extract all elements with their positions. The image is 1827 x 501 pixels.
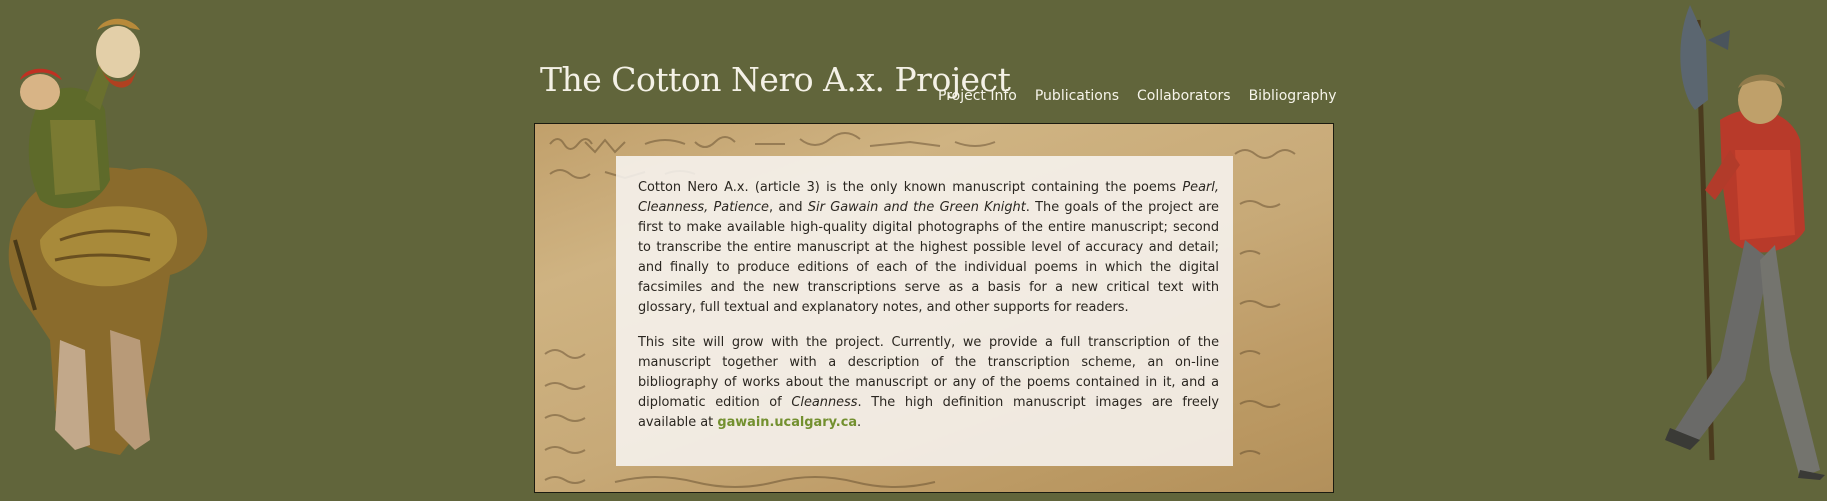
intro-paragraph-1: Cotton Nero A.x. (article 3) is the only… — [638, 180, 1219, 315]
title-pearl: Pearl, — [1182, 180, 1219, 195]
title-cleanness: Cleanness, — [638, 200, 709, 215]
nav-publications[interactable]: Publications — [1035, 88, 1119, 104]
nav-collaborators[interactable]: Collaborators — [1137, 88, 1231, 104]
manuscript-banner: Cotton Nero A.x. (article 3) is the only… — [534, 123, 1334, 493]
title-cleanness-2: Cleanness — [791, 395, 858, 410]
page: The Cotton Nero A.x. Project Project Inf… — [0, 0, 1827, 501]
title-gawain: Sir Gawain and the Green Knight — [807, 200, 1026, 215]
axeman-icon — [1665, 5, 1825, 480]
title-patience: Patience — [713, 200, 769, 215]
gawain-site-link[interactable]: gawain.ucalgary.ca — [717, 415, 857, 430]
main-nav: Project Info Publications Collaborators … — [938, 88, 1337, 104]
knight-with-head-icon — [8, 18, 208, 455]
nav-bibliography[interactable]: Bibliography — [1249, 88, 1337, 104]
intro-text-box: Cotton Nero A.x. (article 3) is the only… — [616, 156, 1233, 466]
intro-paragraph-2: This site will grow with the project. Cu… — [638, 335, 1219, 430]
nav-project-info[interactable]: Project Info — [938, 88, 1017, 104]
